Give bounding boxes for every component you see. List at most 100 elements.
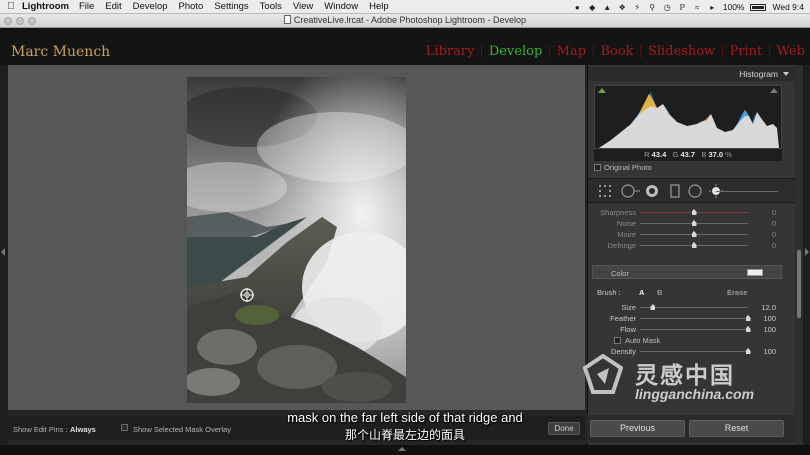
menu-edit[interactable]: Edit (105, 1, 121, 12)
bolt-icon[interactable]: ⚡ (633, 3, 642, 12)
slider-track[interactable] (640, 318, 748, 319)
left-arrow-icon (1, 248, 5, 256)
module-library[interactable]: Library (421, 44, 480, 59)
evernote-icon[interactable]: ◆ (588, 3, 597, 12)
battery-percent: 100% (722, 2, 745, 12)
slider-value[interactable]: 100 (763, 314, 776, 323)
time-machine-icon[interactable]: ◷ (663, 3, 672, 12)
auto-mask-toggle[interactable]: Auto Mask (614, 336, 660, 345)
slider-thumb[interactable] (691, 242, 697, 248)
dropbox-icon[interactable]: ❖ (618, 3, 627, 12)
color-row[interactable]: Color (592, 265, 782, 279)
watermark-url: lingganchina.com (635, 386, 755, 402)
menu-window[interactable]: Window (324, 1, 358, 12)
original-photo-toggle[interactable]: Original Photo (594, 163, 652, 172)
apple-menu-icon[interactable]:  (0, 1, 22, 12)
red-eye-icon[interactable] (645, 184, 659, 198)
brush-b-tab[interactable]: B (657, 288, 662, 297)
slider-label: Noise (616, 219, 636, 228)
spot-removal-icon[interactable] (620, 184, 640, 198)
crop-overlay-icon[interactable] (598, 184, 612, 198)
color-swatch[interactable] (747, 269, 763, 276)
radial-filter-icon[interactable] (688, 184, 702, 198)
slider-track[interactable] (640, 307, 748, 308)
r-label: R (644, 150, 650, 159)
mountain-ridge-photo[interactable] (187, 77, 406, 403)
module-map[interactable]: Map (552, 44, 591, 59)
collapse-triangle-icon (783, 72, 789, 76)
slider-defringe[interactable]: Defringe 0 (588, 240, 788, 251)
slider-sharpness[interactable]: Sharpness 0 (588, 207, 788, 218)
scrollbar-thumb[interactable] (797, 250, 801, 318)
sync-icon[interactable]: ▲ (603, 3, 612, 12)
slider-value[interactable]: 0 (772, 230, 776, 239)
rgb-readout: R 43.4 G 43.7 B 37.0 % (594, 149, 782, 161)
up-arrow-icon (398, 447, 406, 451)
slider-thumb[interactable] (691, 220, 697, 226)
slider-moire[interactable]: Moire 0 (588, 229, 788, 240)
menu-settings[interactable]: Settings (214, 1, 248, 12)
slider-thumb[interactable] (745, 315, 751, 321)
slider-value[interactable]: 100 (763, 325, 776, 334)
highlight-clipping-indicator[interactable] (770, 88, 778, 93)
identity-plate[interactable]: Marc Muench (11, 44, 110, 60)
menu-file[interactable]: File (79, 1, 94, 12)
slider-flow[interactable]: Flow 100 (588, 324, 788, 335)
watermark-chinese: 灵感中国 (635, 362, 735, 388)
g-value: 43.7 (680, 150, 696, 159)
tool-slider[interactable] (716, 191, 778, 192)
clock[interactable]: Wed 9:4 (772, 2, 804, 12)
slider-value[interactable]: 0 (772, 208, 776, 217)
slider-noise[interactable]: Noise 0 (588, 218, 788, 229)
slider-size[interactable]: Size 12.0 (588, 302, 788, 313)
edit-pin-icon[interactable] (240, 288, 254, 302)
module-slideshow[interactable]: Slideshow (643, 44, 720, 59)
module-book[interactable]: Book (595, 44, 638, 59)
module-print[interactable]: Print (725, 44, 768, 59)
battery-icon[interactable] (750, 3, 767, 11)
slider-value[interactable]: 12.0 (761, 303, 776, 312)
brush-a-tab[interactable]: A (639, 288, 644, 297)
slider-thumb[interactable] (745, 326, 751, 332)
window-title: CreativeLive.lrcat - Adobe Photoshop Lig… (0, 15, 810, 25)
menu-photo[interactable]: Photo (179, 1, 204, 12)
graduated-filter-icon[interactable] (668, 184, 682, 198)
watermark: 灵感中国 lingganchina.com (583, 354, 808, 414)
histogram-header[interactable]: Histogram (588, 67, 796, 81)
menu-view[interactable]: View (293, 1, 313, 12)
slider-label: Sharpness (600, 208, 636, 217)
tool-strip (588, 178, 796, 203)
menu-develop[interactable]: Develop (133, 1, 168, 12)
slider-value[interactable]: 0 (772, 219, 776, 228)
slider-thumb[interactable] (691, 231, 697, 237)
key-icon[interactable]: ⚲ (648, 3, 657, 12)
wifi-icon[interactable]: ≈ (693, 3, 702, 12)
histogram[interactable] (594, 85, 782, 149)
slider-thumb[interactable] (650, 304, 656, 310)
original-photo-checkbox[interactable] (594, 164, 601, 171)
menu-tools[interactable]: Tools (260, 1, 282, 12)
histogram-graph (599, 92, 779, 148)
slider-thumb[interactable] (691, 209, 697, 215)
left-panel-toggle[interactable] (0, 65, 8, 445)
auto-mask-checkbox[interactable] (614, 337, 621, 344)
module-develop[interactable]: Develop (484, 44, 547, 59)
filmstrip-toggle[interactable] (0, 445, 810, 455)
slider-feather[interactable]: Feather 100 (588, 313, 788, 324)
slider-track[interactable] (640, 329, 748, 330)
bluetooth-icon[interactable]: ℙ (678, 3, 687, 12)
window-titlebar: CreativeLive.lrcat - Adobe Photoshop Lig… (0, 14, 810, 28)
volume-icon[interactable]: ▸ (708, 3, 717, 12)
rgb-unit: % (725, 150, 732, 159)
shadow-clipping-indicator[interactable] (598, 88, 606, 93)
brush-erase-tab[interactable]: Erase (727, 288, 747, 297)
bell-icon[interactable]: ● (573, 3, 582, 12)
module-web[interactable]: Web (772, 44, 810, 59)
slider-value[interactable]: 0 (772, 241, 776, 250)
module-bar: Marc Muench Library | Develop | Map | Book |… (0, 28, 810, 65)
r-value: 43.4 (651, 150, 667, 159)
app-menu[interactable]: Lightroom (22, 1, 69, 12)
image-canvas[interactable] (8, 65, 585, 410)
menu-help[interactable]: Help (369, 1, 389, 12)
slider-track[interactable] (640, 351, 748, 352)
